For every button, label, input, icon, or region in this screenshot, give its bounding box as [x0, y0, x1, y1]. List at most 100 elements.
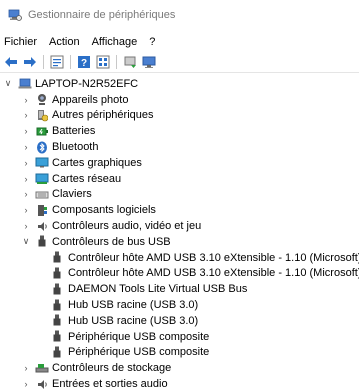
usb-device-icon [50, 314, 64, 327]
menu-help[interactable]: ? [143, 36, 161, 48]
tree-item-label: Cartes graphiques [52, 156, 142, 169]
tree-child-label: Hub USB racine (USB 3.0) [68, 299, 199, 312]
help-button[interactable]: ? [76, 54, 92, 70]
svg-text:?: ? [81, 58, 87, 69]
menu-affichage[interactable]: Affichage [86, 36, 144, 48]
tree-child-label: Périphérique USB composite [68, 330, 210, 343]
chevron-down-icon[interactable]: ∨ [21, 236, 31, 247]
tree-item-label: Batteries [52, 125, 96, 138]
tree-child-item[interactable]: Périphérique USB composite [0, 345, 359, 361]
chevron-right-icon[interactable]: › [21, 205, 31, 215]
tree-child-label: Contrôleur hôte AMD USB 3.10 eXtensible … [68, 251, 359, 264]
tree-child-item[interactable]: Hub USB racine (USB 3.0) [0, 313, 359, 329]
tree-item[interactable]: › Composants logiciels [0, 202, 359, 218]
tree-item-label: Contrôleurs de bus USB [52, 235, 171, 248]
chevron-right-icon[interactable]: › [21, 363, 31, 373]
chevron-right-icon[interactable]: › [21, 189, 31, 199]
menu-fichier[interactable]: Fichier [0, 36, 43, 48]
tree-item[interactable]: › Cartes graphiques [0, 155, 359, 171]
tree-item-label: Cartes réseau [52, 172, 122, 185]
view-button[interactable] [95, 54, 111, 70]
help-icon: ? [78, 56, 90, 69]
menu-action[interactable]: Action [43, 36, 86, 48]
usb-device-icon [50, 267, 64, 280]
software-component-icon [35, 204, 49, 217]
toolbar-separator [70, 55, 71, 69]
tree-item-label: Bluetooth [52, 141, 99, 154]
display-adapter-icon [35, 156, 49, 169]
monitor-scan-icon [142, 56, 156, 68]
tree-child-label: Périphérique USB composite [68, 346, 210, 359]
tree-child-item[interactable]: Contrôleur hôte AMD USB 3.10 eXtensible … [0, 250, 359, 266]
update-driver-icon [124, 56, 136, 68]
tree-child-item[interactable]: Hub USB racine (USB 3.0) [0, 297, 359, 313]
computer-name: LAPTOP-N2R52EFC [35, 77, 139, 90]
view-icon [96, 55, 110, 69]
tree-item[interactable]: › Appareils photo [0, 92, 359, 108]
tree-item-label: Contrôleurs de stockage [52, 362, 172, 375]
tree-item-expanded[interactable]: ∨ Contrôleurs de bus USB [0, 234, 359, 250]
scan-hardware-button[interactable] [141, 54, 157, 70]
tree-child-label: Hub USB racine (USB 3.0) [68, 314, 199, 327]
tree-child-item[interactable]: Contrôleur hôte AMD USB 3.10 eXtensible … [0, 266, 359, 282]
storage-controller-icon [35, 362, 49, 375]
window-title: Gestionnaire de périphériques [28, 8, 176, 21]
usb-icon [35, 235, 49, 248]
forward-button[interactable] [22, 54, 38, 70]
camera-icon [35, 93, 49, 106]
usb-device-icon [50, 251, 64, 264]
audio-icon [35, 220, 49, 233]
properties-button[interactable] [49, 54, 65, 70]
chevron-right-icon[interactable]: › [21, 110, 31, 120]
usb-device-icon [50, 299, 64, 312]
tree-root[interactable]: ∨ LAPTOP-N2R52EFC [0, 76, 359, 92]
laptop-icon [18, 77, 32, 90]
toolbar-separator [43, 55, 44, 69]
tree-item[interactable]: › Entrées et sorties audio [0, 376, 359, 392]
device-tree: ∨ LAPTOP-N2R52EFC › Appareils photo › Au… [0, 76, 359, 392]
chevron-right-icon[interactable]: › [21, 95, 31, 105]
network-adapter-icon [35, 172, 49, 185]
tree-item[interactable]: › Autres périphériques [0, 108, 359, 124]
tree-item[interactable]: › Cartes réseau [0, 171, 359, 187]
audio-io-icon [35, 378, 49, 391]
chevron-down-icon[interactable]: ∨ [3, 78, 13, 89]
usb-device-icon [50, 283, 64, 296]
tree-item-label: Appareils photo [52, 93, 129, 106]
tree-child-item[interactable]: Périphérique USB composite [0, 329, 359, 345]
tree-item-label: Contrôleurs audio, vidéo et jeu [52, 220, 202, 233]
unknown-device-icon [35, 109, 49, 122]
tree-item-label: Entrées et sorties audio [52, 378, 168, 391]
chevron-right-icon[interactable]: › [21, 126, 31, 136]
tree-item[interactable]: › Batteries [0, 123, 359, 139]
tree-item-label: Autres périphériques [52, 109, 154, 122]
toolbar-separator [116, 55, 117, 69]
bluetooth-icon [35, 141, 49, 154]
chevron-right-icon[interactable]: › [21, 158, 31, 168]
keyboard-icon [35, 188, 49, 201]
tree-item-label: Claviers [52, 188, 92, 201]
tree-child-item[interactable]: DAEMON Tools Lite Virtual USB Bus [0, 281, 359, 297]
usb-device-icon [50, 330, 64, 343]
chevron-right-icon[interactable]: › [21, 142, 31, 152]
arrow-right-icon [24, 57, 36, 67]
toolbar: ? [0, 52, 359, 73]
chevron-right-icon[interactable]: › [21, 174, 31, 184]
usb-device-icon [50, 346, 64, 359]
tree-item[interactable]: › Claviers [0, 187, 359, 203]
tree-item[interactable]: › Contrôleurs de stockage [0, 360, 359, 376]
chevron-right-icon[interactable]: › [21, 221, 31, 231]
title-bar: Gestionnaire de périphériques [0, 0, 359, 29]
properties-icon [50, 55, 64, 69]
battery-icon [35, 125, 49, 138]
chevron-right-icon[interactable]: › [21, 379, 31, 389]
tree-child-label: DAEMON Tools Lite Virtual USB Bus [68, 283, 248, 296]
tree-item[interactable]: › Bluetooth [0, 139, 359, 155]
tree-item[interactable]: › Contrôleurs audio, vidéo et jeu [0, 218, 359, 234]
tree-child-label: Contrôleur hôte AMD USB 3.10 eXtensible … [68, 267, 359, 280]
back-button[interactable] [3, 54, 19, 70]
menu-bar: Fichier Action Affichage ? [0, 33, 359, 51]
device-manager-icon [8, 9, 22, 21]
update-driver-button[interactable] [122, 54, 138, 70]
tree-item-label: Composants logiciels [52, 204, 156, 217]
